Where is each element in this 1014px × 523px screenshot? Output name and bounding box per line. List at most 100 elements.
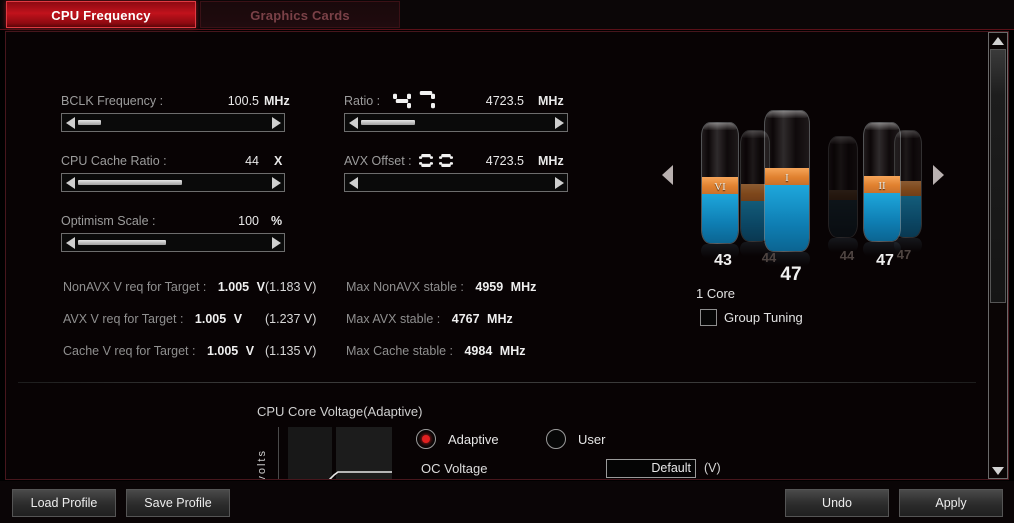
ratio-slider-track[interactable] — [359, 114, 553, 131]
core-tube-glass: I — [764, 110, 810, 252]
avx-v-req-value: 1.005 — [194, 312, 227, 326]
optimism-scale-label: Optimism Scale : — [61, 214, 156, 228]
user-radio[interactable] — [546, 429, 566, 449]
core-tube[interactable]: II — [863, 122, 901, 242]
scroll-up-arrow-icon[interactable] — [989, 33, 1007, 48]
ratio-slider-fill — [361, 120, 415, 125]
panel-scroll-content: BCLK Frequency : 100.5 MHz CPU Cache Rat… — [6, 32, 986, 479]
core-tube-liquid-blue — [765, 183, 809, 251]
cpu-cache-ratio-label: CPU Cache Ratio : — [61, 154, 167, 168]
core-tube-liquid-blue — [702, 192, 738, 243]
scrollbar-thumb[interactable] — [990, 49, 1006, 303]
avx-v-req-paren: (1.237 V) — [265, 312, 317, 326]
optimism-slider-track[interactable] — [76, 234, 270, 251]
core-tube-roman-label: VI — [714, 181, 726, 193]
load-profile-button[interactable]: Load Profile — [12, 489, 116, 517]
avx-offset-slider[interactable] — [344, 173, 568, 192]
core-tube-glass: II — [863, 122, 901, 242]
bclk-slider-track[interactable] — [76, 114, 270, 131]
cpu-cache-ratio-slider[interactable] — [61, 173, 285, 192]
max-nonavx-stable-label: Max NonAVX stable : — [346, 280, 464, 294]
readout-row: Max NonAVX stable : 4959 MHz — [346, 280, 536, 294]
optimism-scale-value: 100 — [238, 214, 259, 228]
core-carousel: 44 VI 43 I 47 44 47 II 47 — [656, 92, 946, 285]
core-tube-glass: VI — [701, 122, 739, 244]
core-tube[interactable]: I — [764, 110, 810, 252]
nonavx-v-req-paren: (1.183 V) — [265, 280, 317, 294]
adaptive-label: Adaptive — [448, 431, 499, 447]
optimism-decrease-arrow-icon[interactable] — [62, 234, 76, 251]
ratio-frequency-value: 4723.5 — [485, 94, 524, 108]
core-tube-roman-label: II — [878, 180, 886, 192]
core-tube[interactable] — [828, 136, 858, 238]
ratio-decrease-arrow-icon[interactable] — [345, 114, 359, 131]
core-tube-glass — [828, 136, 858, 238]
avx-frequency-value: 4723.5 — [485, 154, 524, 168]
bclk-frequency-label: BCLK Frequency : — [61, 94, 164, 108]
undo-button[interactable]: Undo — [785, 489, 889, 517]
scroll-down-arrow-icon[interactable] — [989, 463, 1007, 478]
group-tuning-label: Group Tuning — [724, 310, 803, 325]
core-tube-rim — [864, 123, 900, 130]
tab-cpu-frequency-label: CPU Frequency — [51, 8, 151, 23]
core-tube-number: 43 — [714, 252, 732, 269]
section-divider — [18, 382, 976, 383]
voltage-mode-user[interactable]: User — [546, 429, 605, 449]
save-profile-button[interactable]: Save Profile — [126, 489, 230, 517]
carousel-next-arrow-icon[interactable] — [930, 162, 946, 188]
cache-slider-track[interactable] — [76, 174, 270, 191]
avx-increase-arrow-icon[interactable] — [553, 174, 567, 191]
bclk-frequency-unit: MHz — [264, 94, 290, 108]
cache-decrease-arrow-icon[interactable] — [62, 174, 76, 191]
bclk-decrease-arrow-icon[interactable] — [62, 114, 76, 131]
cache-v-req-paren: (1.135 V) — [265, 344, 317, 358]
footer-bar: Load Profile Save Profile Undo Apply — [0, 481, 1014, 523]
core-tube-rim — [829, 137, 857, 144]
avx-slider-track[interactable] — [359, 174, 553, 191]
ratio-slider[interactable] — [344, 113, 568, 132]
oc-voltage-label: OC Voltage — [421, 461, 488, 476]
oc-voltage-unit: (V) — [704, 461, 721, 475]
group-tuning-checkbox[interactable] — [700, 309, 717, 326]
bclk-frequency-value: 100.5 — [227, 94, 259, 108]
cache-v-req-unit: V — [245, 344, 255, 358]
bclk-frequency-slider[interactable] — [61, 113, 285, 132]
avx-v-req-label: AVX V req for Target : — [63, 312, 184, 326]
avx-decrease-arrow-icon[interactable] — [345, 174, 359, 191]
max-avx-stable-label: Max AVX stable : — [346, 312, 441, 326]
readout-row: Cache V req for Target : 1.005 V — [63, 344, 254, 358]
tab-graphics-cards-label: Graphics Cards — [250, 8, 350, 23]
core-tube-number: 47 — [876, 252, 894, 269]
voltage-mode-adaptive[interactable]: Adaptive — [416, 429, 499, 449]
core-tube-rim — [765, 111, 809, 118]
optimism-increase-arrow-icon[interactable] — [270, 234, 284, 251]
core-tube[interactable]: VI — [701, 122, 739, 244]
oc-voltage-row: OC Voltage Default (V) — [421, 459, 721, 479]
core-tube-number: 47 — [780, 264, 802, 285]
max-cache-stable-unit: MHz — [499, 344, 526, 358]
max-nonavx-stable-unit: MHz — [510, 280, 537, 294]
bclk-increase-arrow-icon[interactable] — [270, 114, 284, 131]
avx-offset-label: AVX Offset : — [344, 154, 412, 168]
core-tube-liquid-blue — [829, 198, 857, 237]
tab-cpu-frequency[interactable]: CPU Frequency — [6, 1, 196, 28]
carousel-prev-arrow-icon[interactable] — [660, 162, 676, 188]
tab-bar-underline — [0, 29, 1014, 30]
optimism-scale-unit: % — [271, 214, 283, 228]
vertical-scrollbar[interactable] — [988, 32, 1008, 479]
ratio-label: Ratio : — [344, 94, 381, 108]
tab-bar: CPU Frequency Graphics Cards — [0, 0, 1014, 30]
adaptive-radio[interactable] — [416, 429, 436, 449]
ratio-increase-arrow-icon[interactable] — [553, 114, 567, 131]
tab-graphics-cards[interactable]: Graphics Cards — [200, 1, 400, 28]
group-tuning-row[interactable]: Group Tuning — [700, 309, 803, 326]
core-count-label: 1 Core — [696, 286, 736, 301]
oc-voltage-input[interactable]: Default — [606, 459, 696, 478]
nonavx-v-req-value: 1.005 — [217, 280, 250, 294]
apply-button[interactable]: Apply — [899, 489, 1003, 517]
cache-increase-arrow-icon[interactable] — [270, 174, 284, 191]
nonavx-v-req-unit: V — [256, 280, 265, 294]
readout-row: AVX V req for Target : 1.005 V — [63, 312, 242, 326]
cache-v-req-value: 1.005 — [206, 344, 239, 358]
optimism-scale-slider[interactable] — [61, 233, 285, 252]
